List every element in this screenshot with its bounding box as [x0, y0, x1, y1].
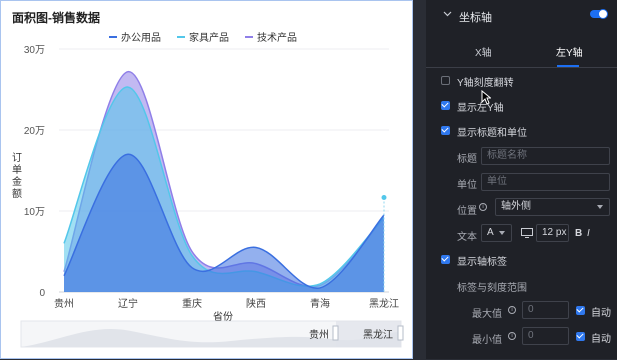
range-slider-start-label: 贵州 — [309, 328, 329, 341]
max-label: 最大值 — [472, 309, 502, 320]
tab-x-axis[interactable]: X轴 — [475, 44, 492, 59]
axis-toggle[interactable] — [590, 9, 608, 19]
y-axis-title: 额 — [12, 187, 22, 200]
y-tick-label: 20万 — [24, 126, 45, 137]
flip-label: Y轴刻度翻转 — [457, 78, 514, 89]
font-size-value: 12 — [542, 227, 554, 238]
min-auto-checkbox[interactable] — [576, 332, 585, 341]
min-auto-label: 自动 — [591, 334, 611, 345]
section-title: 坐标轴 — [459, 12, 492, 24]
axis-tabs: X轴 左Y轴 — [426, 37, 617, 68]
unit-input[interactable]: 单位 — [481, 173, 610, 191]
chevron-down-icon[interactable] — [443, 9, 452, 18]
italic-button[interactable]: I — [587, 228, 590, 239]
max-auto-label: 自动 — [591, 308, 611, 319]
y-tick-label: 0 — [39, 288, 45, 299]
title-field-label: 标题 — [457, 154, 477, 165]
y-axis-title: 单 — [12, 164, 22, 176]
max-auto-checkbox[interactable] — [576, 306, 585, 315]
show-ticks-checkbox[interactable] — [441, 255, 450, 264]
range-slider-handle-right — [397, 325, 404, 341]
x-tick-label: 重庆 — [182, 297, 202, 310]
area-chart[interactable]: 010万20万30万订单金额贵州 辽宁 重庆 陕西 青海 黑龙江省份贵州 黑龙江 — [1, 1, 414, 360]
show-ticks-label: 显示轴标签 — [457, 257, 507, 268]
x-tick-label: 黑龙江 — [369, 297, 399, 310]
min-input[interactable]: 0 — [522, 327, 569, 345]
font-size-unit: px — [555, 227, 567, 238]
active-tab-indicator — [557, 65, 579, 67]
caret-down-icon — [499, 231, 505, 235]
cursor-icon — [481, 89, 492, 110]
axis-settings-panel: 坐标轴 X轴 左Y轴 Y轴刻度翻转 显示左Y轴 显示标题和单位 标题 标题名称 … — [426, 0, 617, 359]
max-input[interactable]: 0 — [522, 301, 569, 319]
chart-panel: 面积图-销售数据 办公用品 家具产品 技术产品 0 10万 20万 30万订单金额贵州… — [0, 0, 413, 359]
x-tick-label: 辽宁 — [118, 297, 138, 310]
position-field-label: 位置 — [457, 206, 477, 217]
bold-button[interactable]: B — [575, 228, 582, 239]
info-icon[interactable]: i — [508, 306, 516, 314]
tab-left-y-axis[interactable]: 左Y轴 — [556, 44, 583, 59]
x-tick-label: 贵州 — [54, 297, 74, 310]
position-select[interactable]: 轴外侧 — [495, 198, 610, 216]
x-tick-label: 青海 — [310, 297, 330, 310]
show-axis-checkbox[interactable] — [441, 101, 450, 110]
info-icon[interactable]: i — [508, 332, 516, 340]
y-tick-label: 30万 — [24, 45, 45, 56]
info-icon[interactable]: i — [479, 203, 487, 211]
flip-checkbox[interactable] — [441, 76, 450, 85]
area-0 — [64, 154, 384, 292]
min-label: 最小值 — [472, 335, 502, 346]
title-input[interactable]: 标题名称 — [481, 147, 610, 165]
range-slider-handle-left — [332, 325, 339, 341]
text-field-label: 文本 — [457, 232, 477, 243]
caret-down-icon — [597, 205, 603, 209]
y-axis-title: 金 — [12, 175, 22, 188]
data-point-marker — [381, 194, 387, 200]
y-axis-title: 订 — [12, 152, 22, 164]
unit-field-label: 单位 — [457, 180, 477, 191]
panel-gap — [413, 0, 426, 359]
font-select[interactable]: A — [481, 224, 512, 242]
x-tick-label: 陕西 — [246, 297, 266, 310]
range-slider-end-label: 黑龙江 — [363, 328, 393, 341]
show-title-checkbox[interactable] — [441, 126, 450, 135]
range-label: 标签与刻度范围 — [457, 283, 527, 294]
font-letter: A — [487, 227, 494, 238]
y-tick-label: 10万 — [24, 207, 45, 218]
font-size-input[interactable]: 12 px — [536, 224, 569, 242]
show-title-label: 显示标题和单位 — [457, 128, 527, 139]
position-select-value: 轴外侧 — [501, 201, 531, 212]
monitor-icon[interactable] — [521, 228, 533, 241]
axis-section-header[interactable]: 坐标轴 — [426, 0, 617, 30]
